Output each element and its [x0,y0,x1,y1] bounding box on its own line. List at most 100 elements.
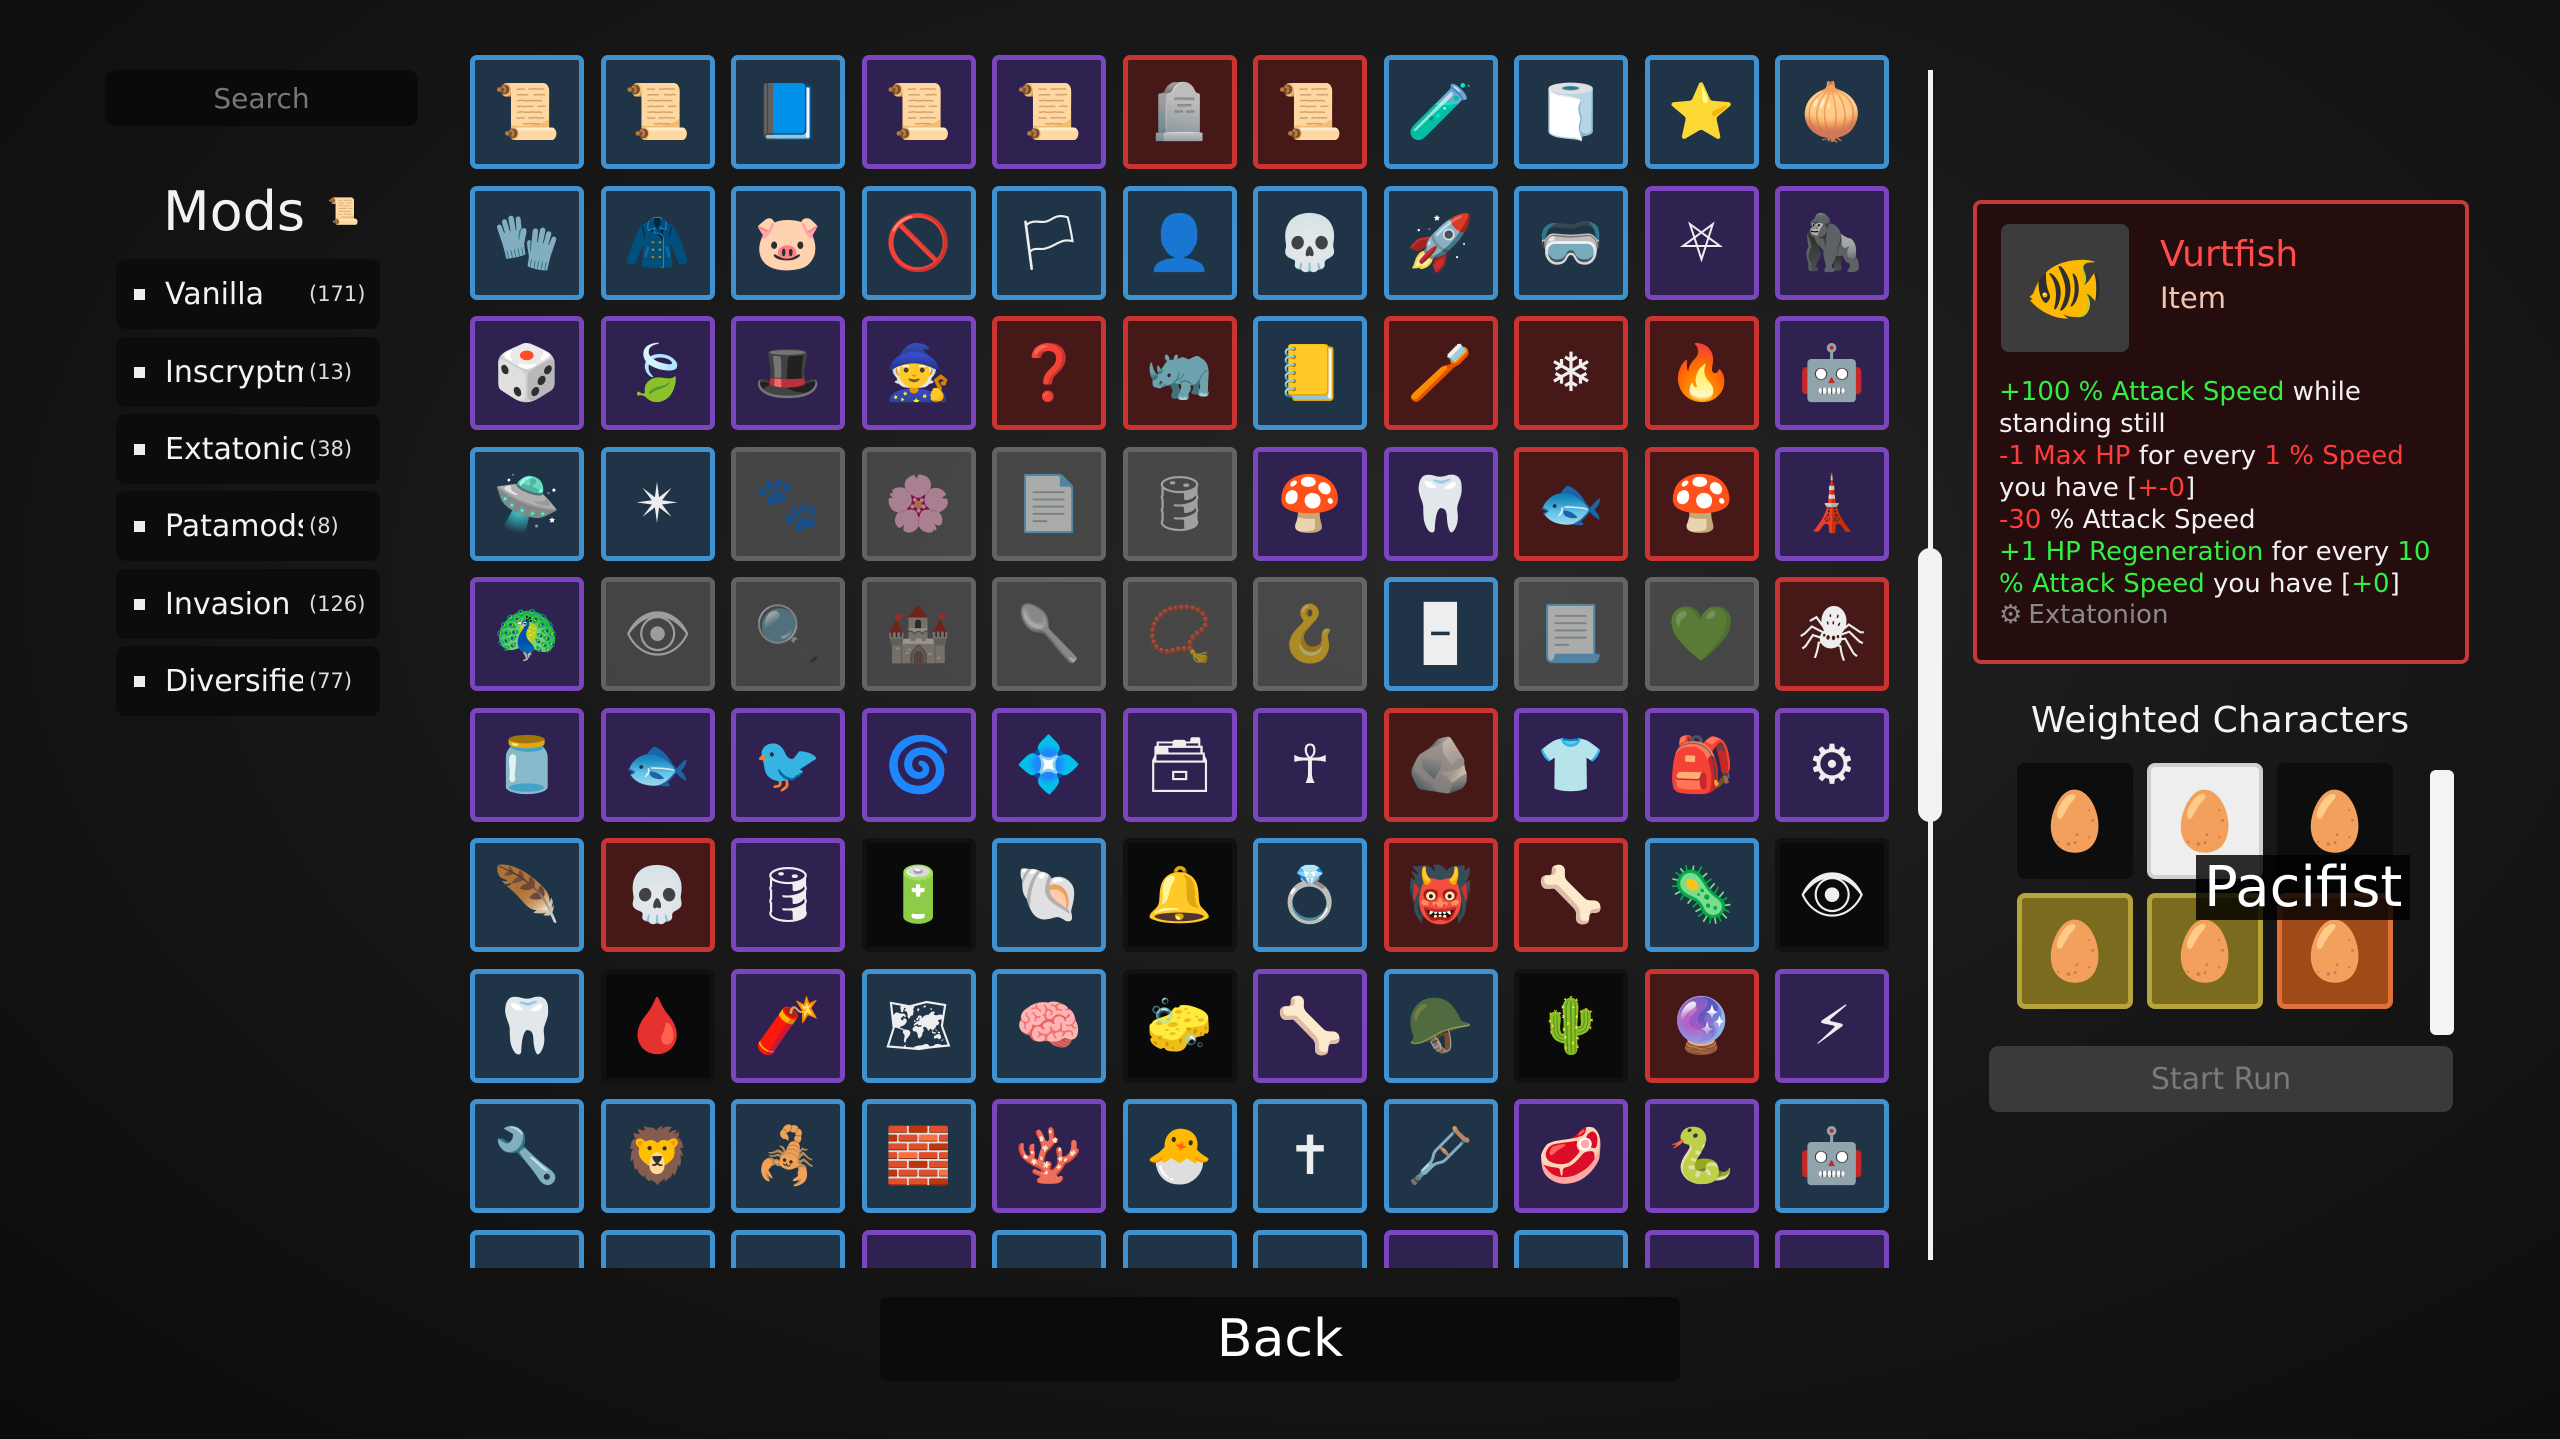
item-tile[interactable]: 🦚 [470,577,584,691]
item-tile[interactable]: 🐟 [1514,446,1628,561]
item-tile[interactable]: ⛧ [1644,185,1759,300]
mod-filter-patamods[interactable]: Patamods (8) [116,491,380,561]
item-tile[interactable]: 🍄 [1644,446,1759,561]
item-tile[interactable]: 🛢 [731,838,845,952]
item-tile[interactable]: 🔋 [861,838,976,952]
item-tile[interactable]: 🧙 [861,316,976,430]
item-tile[interactable]: 🧥 [600,185,715,300]
item-tile[interactable]: 🕷 [1775,577,1889,691]
item-tile[interactable]: 🐦 [731,707,845,822]
item-tile[interactable]: 🧪 [1383,55,1498,169]
item-tile[interactable]: ⭐ [1644,55,1759,169]
item-tile[interactable]: 🐣 [1122,1099,1237,1213]
item-tile[interactable]: ✴ [600,446,715,561]
item-tile[interactable]: 💍 [1253,838,1367,952]
item-tile[interactable]: 🧻 [1514,55,1628,169]
item-tile[interactable]: 👤 [1122,185,1237,300]
item-tile[interactable]: 🩸 [600,968,715,1083]
item-tile[interactable]: 🛢 [1122,446,1237,561]
start-run-button[interactable]: Start Run [1989,1046,2453,1112]
item-tile[interactable]: · [1775,1229,1889,1268]
item-tile[interactable]: 📘 [731,55,845,169]
item-tile[interactable]: · [470,1229,584,1268]
item-tile[interactable]: 🌵 [1514,968,1628,1083]
item-tile[interactable]: 📜 [861,55,976,169]
item-tile[interactable]: 📜 [992,55,1106,169]
item-tile[interactable]: 📃 [1514,577,1628,691]
item-tile[interactable]: · [731,1229,845,1268]
item-tile[interactable]: 🧠 [992,968,1106,1083]
character-tile[interactable]: 🥚 [2017,763,2133,879]
item-tile[interactable]: 📄 [992,446,1106,561]
item-tile[interactable]: 👁 [600,577,715,691]
mod-filter-extatonic[interactable]: Extatonic (38) [116,414,380,484]
item-tile[interactable]: 🔧 [470,1099,584,1213]
item-tile[interactable]: 🔮 [1644,968,1759,1083]
item-tile[interactable]: 🚫 [861,185,976,300]
item-tile[interactable]: 🩼 [1383,1099,1498,1213]
item-tile[interactable]: 🐚 [992,838,1106,952]
item-tile[interactable]: ❓ [992,316,1106,430]
item-tile[interactable]: 📒 [1253,316,1367,430]
item-tile[interactable]: 🦷 [470,968,584,1083]
character-tile[interactable]: 🥚 [2017,893,2133,1009]
item-tile[interactable]: 📜 [1253,55,1367,169]
item-tile[interactable]: 🎲 [470,316,584,430]
item-tile[interactable]: 🦂 [731,1099,845,1213]
item-tile[interactable]: 🧅 [1775,55,1889,169]
item-tile[interactable]: ✝ [1253,1099,1367,1213]
mod-filter-vanilla[interactable]: Vanilla (171) [116,259,380,329]
item-tile[interactable]: 🧤 [470,185,584,300]
item-tile[interactable]: 📜 [600,55,715,169]
item-tile[interactable]: 🌸 [861,446,976,561]
item-tile[interactable]: 🫙 [470,707,584,822]
item-tile[interactable]: 🦁 [600,1099,715,1213]
item-tile[interactable]: 🪶 [470,838,584,952]
item-tile[interactable]: 🦠 [1644,838,1759,952]
scroll-icon[interactable]: 📜 [327,197,359,227]
item-tile[interactable]: 🔍 [731,577,845,691]
item-tile[interactable]: 🗼 [1775,446,1889,561]
item-tile[interactable]: 🗺 [861,968,976,1083]
item-tile[interactable]: 🏳 [992,185,1106,300]
item-tile[interactable]: 👁 [1775,838,1889,952]
item-tile[interactable]: 📜 [470,55,584,169]
item-tile[interactable]: 🚀 [1383,185,1498,300]
item-tile[interactable]: 🪖 [1383,968,1498,1083]
item-tile[interactable]: 🦍 [1775,185,1889,300]
item-tile[interactable]: 🍃 [600,316,715,430]
item-tile[interactable]: 🦴 [1253,968,1367,1083]
item-tile[interactable]: 🗃 [1122,707,1237,822]
item-tile[interactable]: · [1514,1229,1628,1268]
item-tile[interactable]: 💚 [1644,577,1759,691]
item-tile[interactable]: ☥ [1253,707,1367,822]
item-tile[interactable]: 🎩 [731,316,845,430]
mod-filter-inscryption[interactable]: Inscryptm (13) [116,337,380,407]
item-tile[interactable]: · [992,1229,1106,1268]
item-tile[interactable]: 🧽 [1122,968,1237,1083]
item-tile[interactable]: 🐟 [600,707,715,822]
item-tile[interactable]: · [1644,1229,1759,1268]
item-tile[interactable]: 👕 [1514,707,1628,822]
item-tile[interactable]: 🌀 [861,707,976,822]
item-tile[interactable]: 🎒 [1644,707,1759,822]
characters-scrollbar[interactable] [2430,770,2454,1035]
item-tile[interactable]: · [1383,1229,1498,1268]
item-tile[interactable]: 🛸 [470,446,584,561]
item-tile[interactable]: 🐾 [731,446,845,561]
grid-scrollbar-thumb[interactable] [1918,548,1942,822]
search-input[interactable]: Search [105,70,418,126]
item-tile[interactable]: 🧨 [731,968,845,1083]
item-tile[interactable]: 💠 [992,707,1106,822]
item-tile[interactable]: 🪸 [992,1099,1106,1213]
item-tile[interactable]: 🔥 [1644,316,1759,430]
item-tile[interactable]: 🤖 [1775,316,1889,430]
item-tile[interactable]: · [600,1229,715,1268]
back-button[interactable]: Back [880,1297,1680,1381]
item-tile[interactable]: 🐷 [731,185,845,300]
item-tile[interactable]: 🦏 [1122,316,1237,430]
item-tile[interactable]: ⚡ [1775,968,1889,1083]
mod-filter-invasion[interactable]: Invasion (126) [116,569,380,639]
item-tile[interactable]: · [1122,1229,1237,1268]
item-tile[interactable]: 🪨 [1383,707,1498,822]
